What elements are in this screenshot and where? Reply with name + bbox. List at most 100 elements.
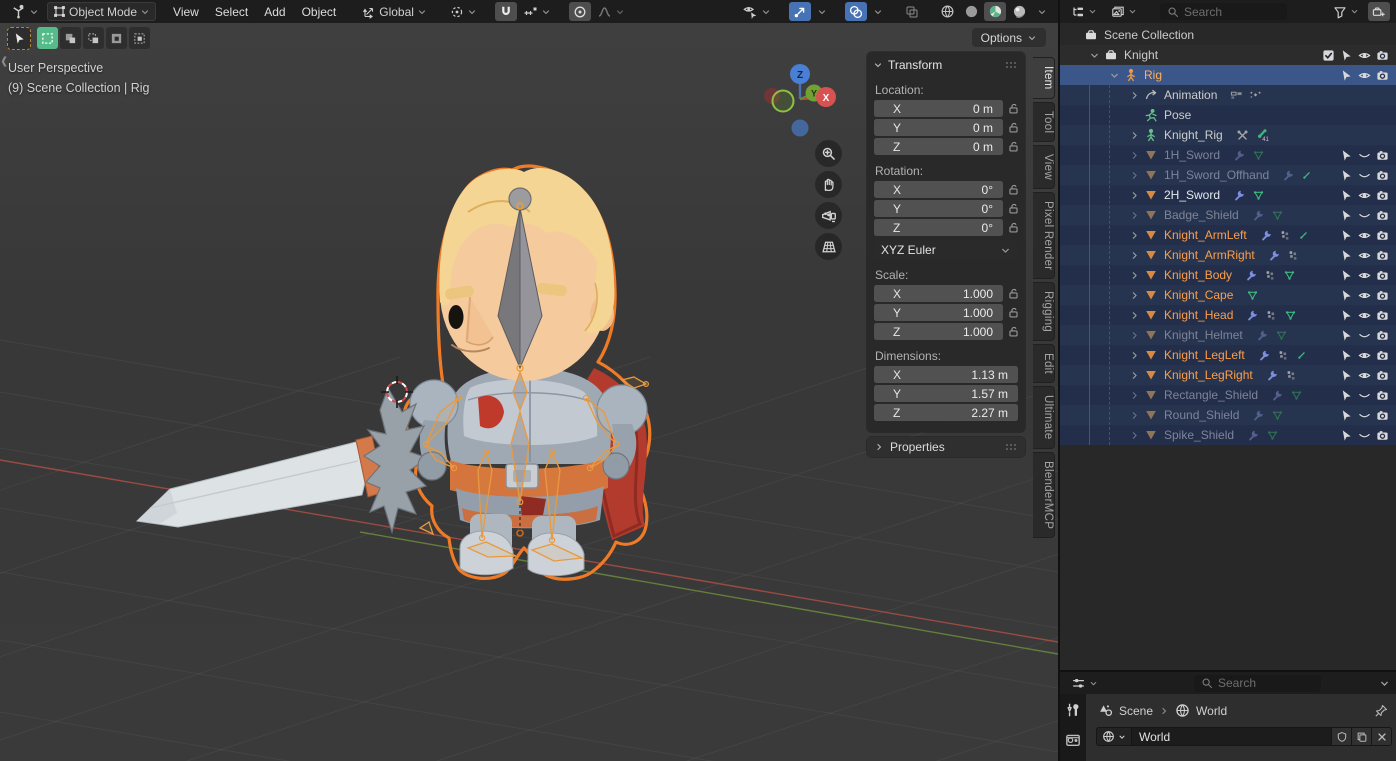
properties-search-input[interactable] <box>1218 676 1314 690</box>
outliner-row-knight_cape[interactable]: Knight_Cape <box>1060 285 1396 305</box>
cursor-icon[interactable] <box>1340 189 1353 202</box>
eye-open-icon[interactable] <box>1358 269 1371 282</box>
orthographic-grid-button[interactable] <box>815 233 842 260</box>
outliner-row-knight_rig[interactable]: Knight_Rig41 <box>1060 125 1396 145</box>
cursor-icon[interactable] <box>1340 69 1353 82</box>
chevron-right-icon[interactable] <box>1127 350 1142 361</box>
chevron-right-icon[interactable] <box>1127 270 1142 281</box>
outliner-display-mode-button[interactable] <box>1106 2 1142 21</box>
camera-icon[interactable] <box>1376 369 1389 382</box>
chevron-right-icon[interactable] <box>1127 290 1142 301</box>
shading-rendered-button[interactable] <box>1008 2 1030 21</box>
outliner-row-knight_body[interactable]: Knight_Body <box>1060 265 1396 285</box>
lock-icon[interactable] <box>1003 306 1020 319</box>
select-invert-button[interactable] <box>106 27 127 49</box>
xray-toggle[interactable] <box>901 2 923 21</box>
editor-divider-horizontal[interactable] <box>1060 670 1396 672</box>
properties-search[interactable] <box>1194 675 1321 692</box>
menu-object[interactable]: Object <box>294 2 345 21</box>
show-gizmo-toggle[interactable] <box>789 2 811 21</box>
mode-selector[interactable]: Object Mode <box>47 2 156 21</box>
outliner-row-spike_shield[interactable]: Spike_Shield <box>1060 425 1396 445</box>
checkbox-icon[interactable] <box>1322 49 1335 62</box>
copy-datablock-button[interactable] <box>1352 727 1372 746</box>
rotation-y-field[interactable]: Y 0° <box>874 200 1003 217</box>
proportional-editing-toggle[interactable] <box>569 2 591 21</box>
menu-view[interactable]: View <box>165 2 207 21</box>
chevron-right-icon[interactable] <box>1127 230 1142 241</box>
cursor-icon[interactable] <box>1340 249 1353 262</box>
outliner-editor-type-button[interactable] <box>1066 2 1102 21</box>
cursor-icon[interactable] <box>1340 409 1353 422</box>
eye-open-icon[interactable] <box>1358 349 1371 362</box>
tweak-tool-button[interactable] <box>7 27 31 50</box>
select-set-button[interactable] <box>37 27 58 49</box>
editor-divider-vertical[interactable] <box>1058 0 1060 761</box>
breadcrumb-world[interactable]: World <box>1196 704 1227 718</box>
scale-y-field[interactable]: Y 1.000 <box>874 304 1003 321</box>
shading-solid-button[interactable] <box>960 2 982 21</box>
world-type-selector[interactable] <box>1096 727 1131 746</box>
gizmo-settings-selector[interactable] <box>812 2 832 21</box>
camera-icon[interactable] <box>1376 209 1389 222</box>
eye-open-icon[interactable] <box>1358 49 1371 62</box>
camera-icon[interactable] <box>1376 349 1389 362</box>
render-tab-icon[interactable] <box>1065 732 1081 748</box>
eye-closed-icon[interactable] <box>1358 169 1371 182</box>
tab-ultimate[interactable]: Ultimate <box>1033 386 1055 449</box>
eye-open-icon[interactable] <box>1358 309 1371 322</box>
overlays-settings-selector[interactable] <box>868 2 888 21</box>
pin-icon[interactable] <box>1374 704 1388 718</box>
transform-orientation-selector[interactable]: Global <box>357 2 432 21</box>
outliner-row-rectangle_shield[interactable]: Rectangle_Shield <box>1060 385 1396 405</box>
lock-icon[interactable] <box>1003 325 1020 338</box>
panel-grip-icon[interactable] <box>1004 440 1018 454</box>
chevron-right-icon[interactable] <box>1127 330 1142 341</box>
menu-select[interactable]: Select <box>207 2 256 21</box>
chevron-down-icon[interactable] <box>1107 70 1122 81</box>
chevron-right-icon[interactable] <box>1127 250 1142 261</box>
zoom-button[interactable] <box>815 140 842 167</box>
camera-icon[interactable] <box>1376 269 1389 282</box>
outliner-filter-button[interactable] <box>1328 2 1364 21</box>
cursor-icon[interactable] <box>1340 49 1353 62</box>
outliner-row-knight_legleft[interactable]: Knight_LegLeft <box>1060 345 1396 365</box>
outliner-row-knight_head[interactable]: Knight_Head <box>1060 305 1396 325</box>
proportional-falloff-selector[interactable] <box>592 2 630 21</box>
shading-wireframe-button[interactable] <box>936 2 958 21</box>
camera-icon[interactable] <box>1376 329 1389 342</box>
eye-closed-icon[interactable] <box>1358 209 1371 222</box>
camera-icon[interactable] <box>1376 189 1389 202</box>
camera-icon[interactable] <box>1376 149 1389 162</box>
unlink-datablock-button[interactable] <box>1372 727 1392 746</box>
viewport-3d[interactable]: Object Mode ViewSelectAddObject Global <box>0 0 1058 761</box>
lock-icon[interactable] <box>1003 140 1020 153</box>
fake-user-shield-button[interactable] <box>1332 727 1352 746</box>
shading-material-preview-button[interactable] <box>984 2 1006 21</box>
chevron-right-icon[interactable] <box>1127 430 1142 441</box>
properties-editor-type-button[interactable] <box>1066 674 1103 693</box>
location-x-field[interactable]: X 0 m <box>874 100 1003 117</box>
camera-icon[interactable] <box>1376 289 1389 302</box>
camera-icon[interactable] <box>1376 169 1389 182</box>
tab-item[interactable]: Item <box>1033 57 1055 99</box>
cursor-icon[interactable] <box>1340 309 1353 322</box>
pan-hand-button[interactable] <box>815 171 842 198</box>
options-dropdown[interactable]: Options <box>972 28 1046 47</box>
chevron-right-icon[interactable] <box>1127 210 1142 221</box>
outliner-row-2h_sword[interactable]: 2H_Sword <box>1060 185 1396 205</box>
chevron-right-icon[interactable] <box>1127 130 1142 141</box>
new-collection-button[interactable] <box>1368 2 1390 21</box>
chevron-right-icon[interactable] <box>1127 170 1142 181</box>
eye-closed-icon[interactable] <box>1358 329 1371 342</box>
chevron-right-icon[interactable] <box>1127 150 1142 161</box>
world-name-field[interactable]: World <box>1131 727 1332 746</box>
tab-view[interactable]: View <box>1033 145 1055 189</box>
eye-open-icon[interactable] <box>1358 69 1371 82</box>
outliner-row-pose[interactable]: Pose <box>1060 105 1396 125</box>
location-z-field[interactable]: Z 0 m <box>874 138 1003 155</box>
camera-icon[interactable] <box>1376 49 1389 62</box>
eye-open-icon[interactable] <box>1358 249 1371 262</box>
outliner-row-knight_helmet[interactable]: Knight_Helmet <box>1060 325 1396 345</box>
eye-closed-icon[interactable] <box>1358 429 1371 442</box>
